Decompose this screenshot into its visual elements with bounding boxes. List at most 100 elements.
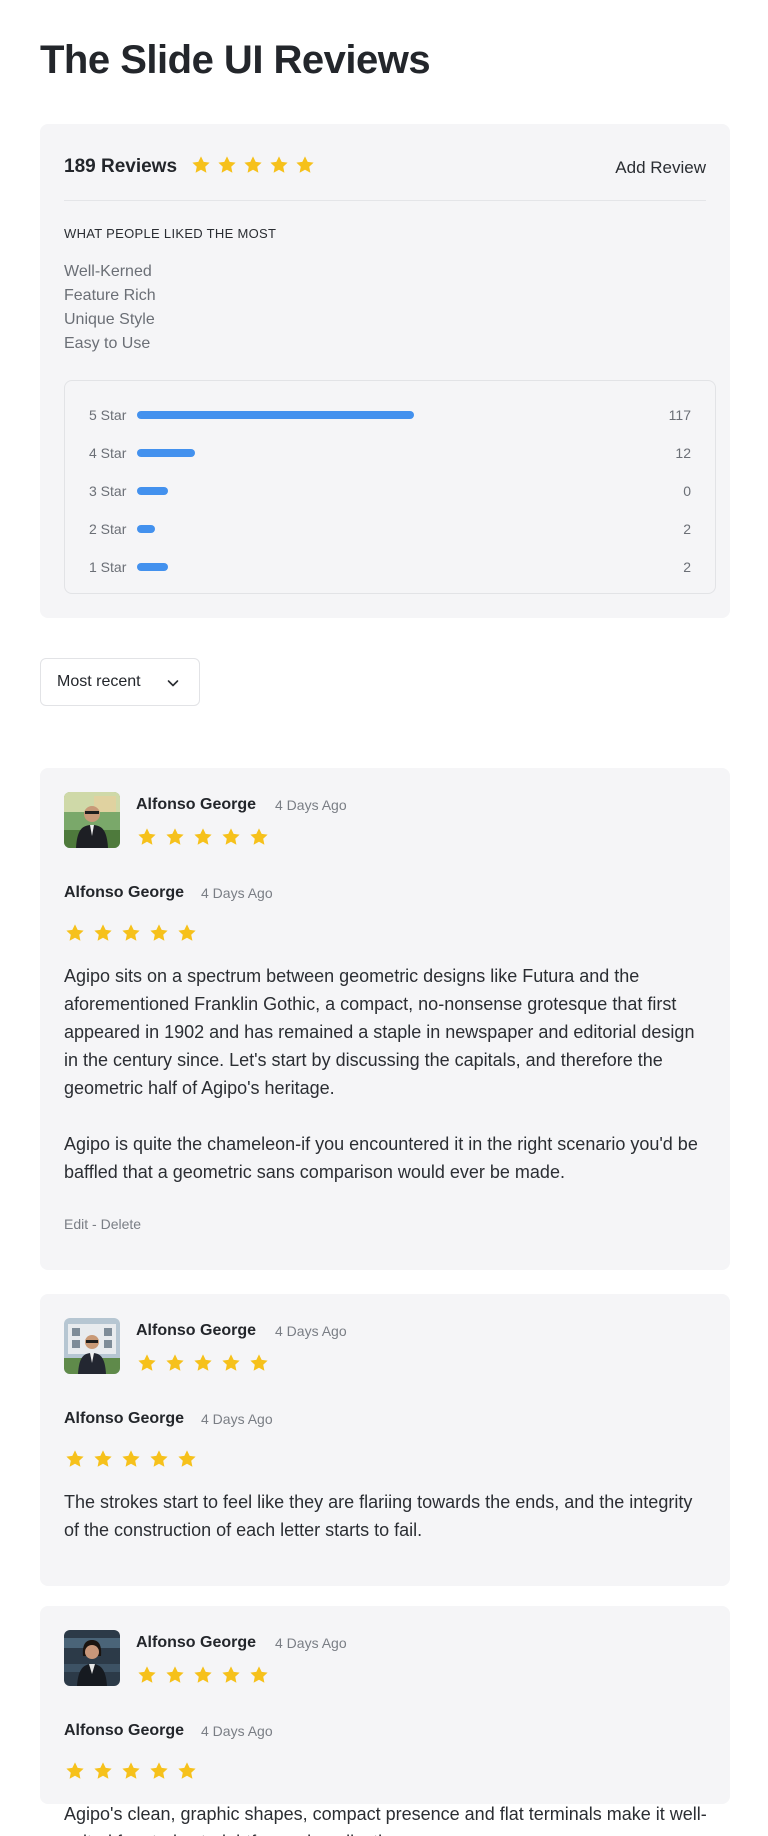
distribution-count: 0: [683, 483, 691, 499]
review-author: Alfonso George: [136, 1634, 257, 1651]
delete-link[interactable]: Delete: [101, 1216, 141, 1232]
review-body: Agipo's clean, graphic shapes, compact p…: [64, 1800, 710, 1836]
distribution-count: 2: [683, 559, 691, 575]
star-icon: [150, 1762, 168, 1779]
star-icon: [66, 1450, 84, 1467]
distribution-row-1-star: 1 Star 2: [89, 557, 691, 577]
distribution-row-2-star: 2 Star 2: [89, 519, 691, 539]
review-author: Alfonso George: [136, 1322, 257, 1339]
star-icon: [122, 1762, 140, 1779]
star-icon: [138, 1666, 156, 1683]
liked-item: Well-Kerned: [64, 263, 152, 280]
liked-most-list: Well-Kerned Feature Rich Unique Style Ea…: [64, 260, 156, 356]
star-icon: [94, 1450, 112, 1467]
distribution-bar: [137, 449, 195, 457]
distribution-count: 117: [668, 407, 691, 423]
star-icon: [194, 1354, 212, 1371]
star-icon: [178, 1762, 196, 1779]
reviews-page: The Slide UI Reviews 189 Reviews Add Rev…: [0, 0, 768, 1836]
review-actions: Edit - Delete: [64, 1216, 141, 1232]
review-rating-stars: [64, 1448, 198, 1470]
avatar: [64, 1318, 120, 1374]
distribution-row-5-star: 5 Star 117: [89, 405, 691, 425]
star-icon: [94, 924, 112, 941]
edit-link[interactable]: Edit: [64, 1216, 88, 1232]
distribution-bar: [137, 525, 155, 533]
avatar-photo: [64, 1630, 120, 1686]
liked-item: Unique Style: [64, 311, 155, 328]
review-rating-stars: [136, 1352, 270, 1374]
review-date: 4 Days Ago: [201, 885, 273, 901]
review-count: 189 Reviews: [64, 156, 178, 177]
distribution-count: 12: [675, 445, 691, 461]
star-icon: [66, 924, 84, 941]
review-rating-stars: [136, 826, 270, 848]
review-paragraph: The strokes start to feel like they are …: [64, 1492, 693, 1540]
star-icon: [138, 1354, 156, 1371]
rating-distribution: 5 Star 117 4 Star 12 3 Star 0 2 Star 2 1…: [64, 380, 716, 594]
star-icon: [150, 924, 168, 941]
review-rating-stars: [136, 1664, 270, 1686]
distribution-row-4-star: 4 Star 12: [89, 443, 691, 463]
distribution-count: 2: [683, 521, 691, 537]
sort-select[interactable]: Most recent: [40, 658, 200, 706]
star-icon: [250, 1354, 268, 1371]
star-icon: [192, 156, 210, 173]
star-icon: [122, 924, 140, 941]
distribution-bar: [137, 487, 168, 495]
add-review-button[interactable]: Add Review: [615, 158, 706, 178]
star-icon: [222, 1354, 240, 1371]
distribution-row-3-star: 3 Star 0: [89, 481, 691, 501]
review-date: 4 Days Ago: [201, 1411, 273, 1427]
review-author: Alfonso George: [64, 1410, 185, 1427]
review-card: Alfonso George 4 Days Ago Alfonso George…: [40, 768, 730, 1270]
review-date: 4 Days Ago: [201, 1723, 273, 1739]
review-card: Alfonso George 4 Days Ago Alfonso George…: [40, 1606, 730, 1836]
star-icon: [166, 1666, 184, 1683]
star-icon: [178, 924, 196, 941]
review-date: 4 Days Ago: [275, 797, 347, 813]
star-icon: [166, 828, 184, 845]
star-icon: [218, 156, 236, 173]
review-rating-stars: [64, 1760, 198, 1782]
star-icon: [178, 1450, 196, 1467]
star-icon: [122, 1450, 140, 1467]
avatar: [64, 1630, 120, 1686]
star-icon: [250, 1666, 268, 1683]
star-icon: [166, 1354, 184, 1371]
distribution-bar: [137, 411, 414, 419]
star-icon: [222, 828, 240, 845]
distribution-label: 5 Star: [89, 407, 127, 423]
review-author: Alfonso George: [136, 796, 257, 813]
distribution-label: 2 Star: [89, 521, 127, 537]
distribution-bar: [137, 563, 168, 571]
summary-rating-stars: [190, 154, 316, 176]
review-rating-stars: [64, 922, 198, 944]
review-body: The strokes start to feel like they are …: [64, 1488, 710, 1544]
review-body: Agipo sits on a spectrum between geometr…: [64, 962, 710, 1186]
review-paragraph: Agipo is quite the chameleon-if you enco…: [64, 1134, 698, 1182]
distribution-label: 1 Star: [89, 559, 127, 575]
liked-most-heading: WHAT PEOPLE LIKED THE MOST: [64, 226, 277, 241]
star-icon: [296, 156, 314, 173]
review-paragraph: Agipo sits on a spectrum between geometr…: [64, 966, 695, 1098]
review-card: Alfonso George 4 Days Ago Alfonso George…: [40, 1294, 730, 1586]
star-icon: [222, 1666, 240, 1683]
review-author: Alfonso George: [64, 1722, 185, 1739]
distribution-label: 3 Star: [89, 483, 127, 499]
review-author: Alfonso George: [64, 884, 185, 901]
star-icon: [244, 156, 262, 173]
star-icon: [138, 828, 156, 845]
avatar-photo: [64, 1318, 120, 1374]
reviews-summary-card: 189 Reviews Add Review WHAT PEOPLE LIKED…: [40, 124, 730, 618]
star-icon: [150, 1450, 168, 1467]
star-icon: [270, 156, 288, 173]
avatar: [64, 792, 120, 848]
liked-item: Easy to Use: [64, 335, 151, 352]
star-icon: [250, 828, 268, 845]
review-date: 4 Days Ago: [275, 1323, 347, 1339]
star-icon: [94, 1762, 112, 1779]
summary-header: 189 Reviews Add Review: [64, 150, 706, 186]
distribution-label: 4 Star: [89, 445, 127, 461]
star-icon: [194, 1666, 212, 1683]
